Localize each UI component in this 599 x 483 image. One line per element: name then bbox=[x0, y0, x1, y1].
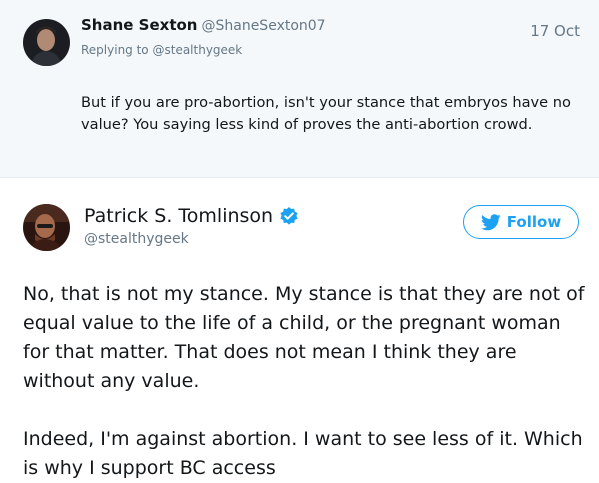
main-author-name[interactable]: Patrick S. Tomlinson bbox=[84, 205, 273, 227]
main-author-avatar[interactable] bbox=[23, 204, 70, 251]
main-tweet-text: No, that is not my stance. My stance is … bbox=[23, 280, 588, 483]
reply-date[interactable]: 17 Oct bbox=[530, 22, 580, 40]
reply-author-handle[interactable]: @ShaneSexton07 bbox=[201, 18, 325, 34]
tweet-paragraph-1: No, that is not my stance. My stance is … bbox=[23, 283, 585, 392]
verified-badge-icon bbox=[279, 206, 299, 226]
replying-to: Replying to @stealthygeek bbox=[81, 43, 242, 57]
reply-author-name[interactable]: Shane Sexton bbox=[81, 16, 197, 34]
reply-tweet: Shane Sexton @ShaneSexton07 17 Oct Replyi… bbox=[0, 0, 599, 178]
follow-button-label: Follow bbox=[506, 213, 562, 231]
reply-tweet-text: But if you are pro-abortion, isn't your … bbox=[81, 94, 571, 133]
main-author-line: Patrick S. Tomlinson bbox=[84, 205, 299, 227]
replying-to-mention[interactable]: @stealthygeek bbox=[152, 43, 242, 57]
reply-author-avatar[interactable] bbox=[23, 19, 70, 66]
replying-to-label: Replying to bbox=[81, 43, 149, 57]
reply-author-line: Shane Sexton @ShaneSexton07 bbox=[81, 16, 326, 34]
main-author-handle[interactable]: @stealthygeek bbox=[84, 231, 189, 247]
twitter-bird-icon bbox=[480, 213, 501, 230]
tweet-paragraph-2: Indeed, I'm against abortion. I want to … bbox=[23, 428, 583, 479]
follow-button[interactable]: Follow bbox=[463, 205, 579, 239]
